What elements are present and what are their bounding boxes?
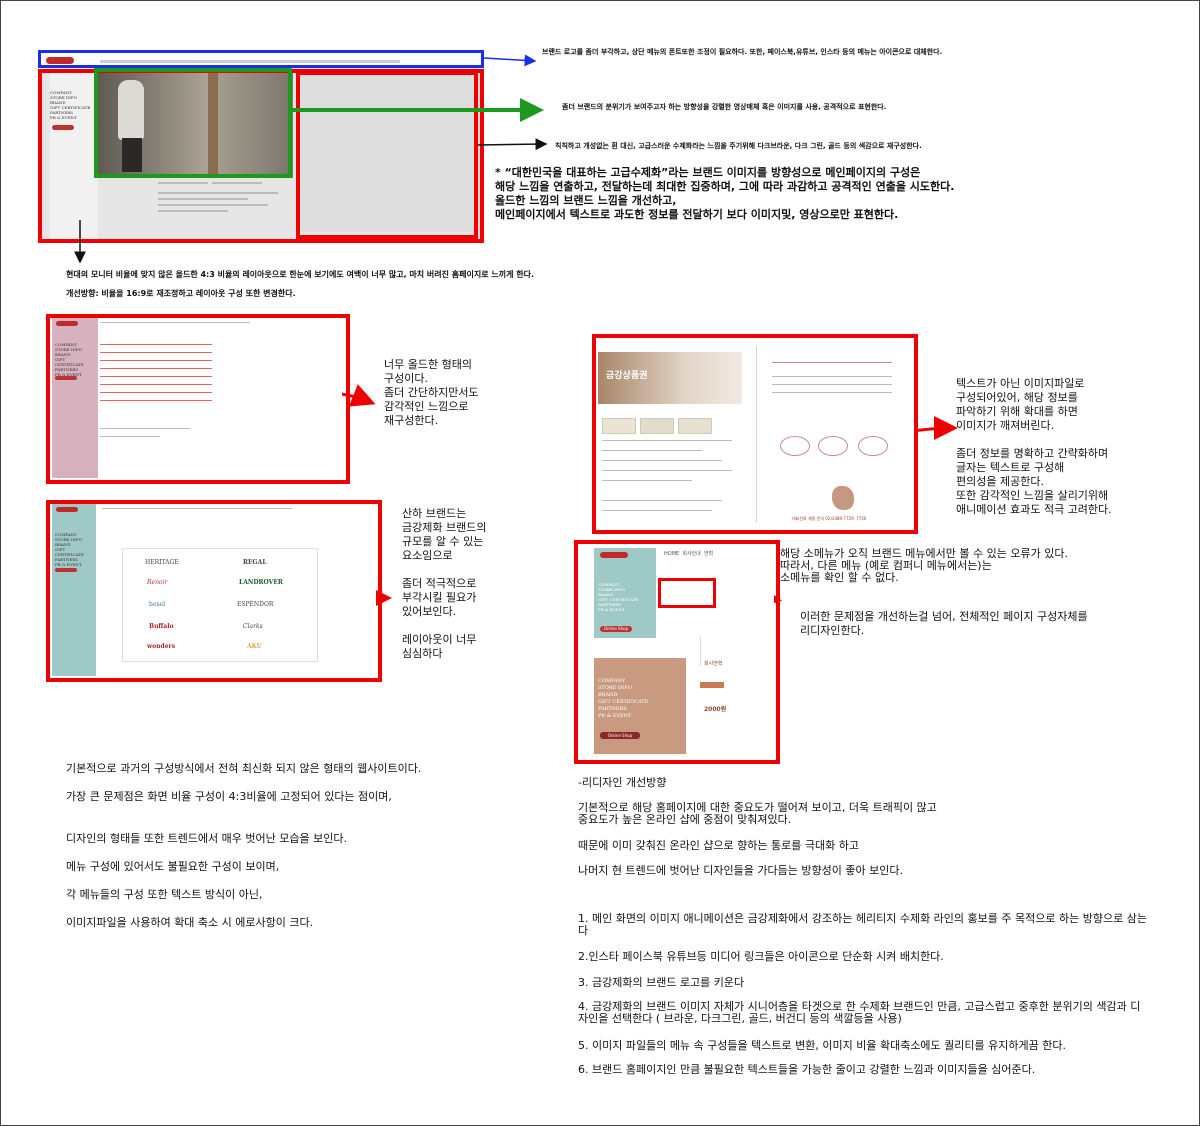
note-top-green: 좀더 브랜드의 분위기가 보여주고자 하는 방향성을 강렬한 영상매체 혹은 이… <box>562 103 887 111</box>
note-sub4-a: 해당 소메뉴가 오직 브랜드 메뉴에서만 볼 수 있는 오류가 있다. 따라서, … <box>780 547 1068 584</box>
note-sub3: 텍스트가 아닌 이미지파일로 구성되어있어, 해당 정보를 파악하기 위해 확대를 … <box>956 377 1112 516</box>
note-top-blue: 브랜드 로고를 좀더 부각하고, 상단 메뉴의 폰트또한 조정이 필요하다. 또… <box>542 48 943 56</box>
note-sub1: 너무 올드한 형태의 구성이다. 좀더 간단하지만서도 감각적인 느낌으로 재구성한다… <box>384 358 479 427</box>
callout-frame-sub4 <box>574 540 780 764</box>
note-sub4-b: 이러한 문제점을 개선하는걸 넘어, 전체적인 페이지 구성자체를 리디자인한다. <box>800 610 1088 637</box>
callout-frame-sub2 <box>46 500 382 682</box>
note-layout-issue: 현대의 모니터 비율에 맞지 않은 올드한 4:3 비율의 레이아웃으로 한눈에… <box>66 270 534 279</box>
note-top-black: 칙칙하고 개성없는 흰 대신, 고급스러운 수제화라는 느낌을 주기위해 다크브… <box>555 142 922 150</box>
note-sub2: 산하 브랜드는 금강제화 브랜드의 규모를 알 수 있는 요소임으로 좀더 적극적으로… <box>402 507 487 660</box>
main-direction-text: * “대한민국을 대표하는 고급수제화”라는 브랜드 이미지를 방향성으로 메인… <box>495 166 955 221</box>
callout-frame-sub1 <box>46 314 350 484</box>
callout-frame-sub3 <box>592 334 918 534</box>
note-layout-fix: 개선방향: 비율을 16:9로 재조정하고 레이아웃 구성 또한 변경한다. <box>66 289 296 298</box>
